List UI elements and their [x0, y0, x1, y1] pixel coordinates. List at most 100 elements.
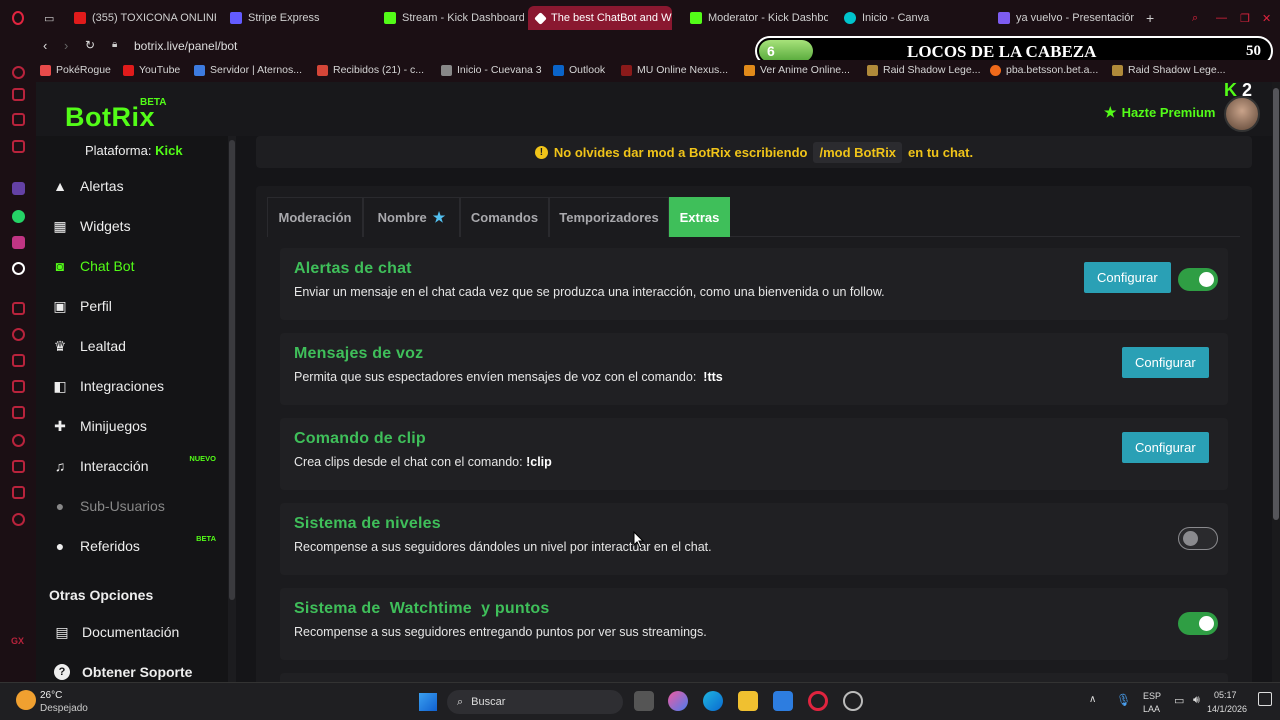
- weather-temperature[interactable]: 26°C: [40, 690, 62, 701]
- search-tabs-button[interactable]: ⌕: [1184, 6, 1206, 30]
- bookmark-item[interactable]: PokéRogue: [40, 64, 111, 76]
- sidebar-item-minijuegos[interactable]: ✚ Minijuegos: [52, 410, 222, 442]
- bookmark-label: Recibidos (21) - c...: [333, 64, 425, 76]
- botrix-page: BotRix BETA ★ Hazte Premium K 2 Platafor…: [36, 80, 1280, 693]
- level-system-toggle[interactable]: [1178, 527, 1218, 550]
- bookmark-label: PokéRogue: [56, 64, 111, 76]
- pinboard-icon[interactable]: [12, 113, 25, 126]
- bookmark-label: Outlook: [569, 64, 606, 76]
- tab-moderacion[interactable]: Moderación: [267, 197, 363, 237]
- close-window-button[interactable]: ✕: [1254, 6, 1276, 30]
- forward-button[interactable]: ›: [64, 38, 68, 53]
- input-language[interactable]: ESP: [1143, 691, 1161, 701]
- tab-kick-stream[interactable]: Stream - Kick Dashboard: [376, 6, 524, 30]
- page-scrollbar-thumb[interactable]: [1273, 88, 1279, 520]
- tab-nombre[interactable]: Nombre ★: [363, 197, 460, 237]
- feature-command: !tts: [703, 370, 723, 384]
- opera-menu-button[interactable]: [4, 6, 32, 30]
- sidebar-item-lealtad[interactable]: ♛ Lealtad: [52, 330, 222, 362]
- sidebar-item-sub-usuarios[interactable]: ● Sub-Usuarios: [52, 490, 222, 522]
- tray-chevron-icon[interactable]: ∧: [1089, 694, 1096, 705]
- store-icon[interactable]: [773, 691, 793, 711]
- bookmark-item[interactable]: Ver Anime Online...: [744, 64, 850, 76]
- tab-botrix[interactable]: The best ChatBot and Wid: [528, 6, 672, 30]
- file-explorer-icon[interactable]: [738, 691, 758, 711]
- notifications-icon[interactable]: [1258, 692, 1272, 706]
- home-icon[interactable]: [12, 66, 25, 79]
- copilot-icon[interactable]: [668, 691, 688, 711]
- bookmark-item[interactable]: Recibidos (21) - c...: [317, 64, 424, 76]
- tab-overview-button[interactable]: ▭: [36, 6, 62, 30]
- bookmark-item[interactable]: Outlook: [553, 64, 605, 76]
- tab-stripe[interactable]: Stripe Express: [222, 6, 372, 30]
- twitch-icon[interactable]: [12, 182, 25, 195]
- clock-icon[interactable]: [12, 434, 25, 447]
- tab-canva[interactable]: Inicio - Canva: [836, 6, 986, 30]
- bookmark-item[interactable]: pba.betsson.bet.a...: [990, 64, 1098, 76]
- sidebar-item-referidos[interactable]: ● Referidos BETA: [52, 530, 222, 562]
- tiktok-icon[interactable]: [12, 262, 25, 275]
- maximize-button[interactable]: ❐: [1232, 6, 1254, 30]
- download-icon[interactable]: [12, 460, 25, 473]
- back-button[interactable]: ‹: [43, 38, 47, 53]
- task-view-icon[interactable]: [634, 691, 654, 711]
- sidebar-item-alertas[interactable]: ▲ Alertas: [52, 170, 222, 202]
- minimize-button[interactable]: —: [1208, 6, 1230, 30]
- url-field[interactable]: botrix.live/panel/bot: [134, 39, 237, 53]
- configure-button[interactable]: Configurar: [1122, 347, 1209, 378]
- taskbar-search[interactable]: ⌕ Buscar: [447, 690, 623, 714]
- configure-button[interactable]: Configurar: [1084, 262, 1171, 293]
- configure-button[interactable]: Configurar: [1122, 432, 1209, 463]
- premium-link[interactable]: ★ Hazte Premium: [1104, 104, 1215, 121]
- sidebar-item-widgets[interactable]: ▦ Widgets: [52, 210, 222, 242]
- gx-icon[interactable]: GX: [11, 636, 24, 646]
- messenger-icon[interactable]: [12, 140, 25, 153]
- sidebar-item-chat-bot[interactable]: ◙ Chat Bot: [52, 250, 222, 282]
- tab-presentation[interactable]: ya vuelvo - Presentación: [990, 6, 1134, 30]
- settings-gear-icon[interactable]: [12, 513, 25, 526]
- whatsapp-icon[interactable]: [12, 210, 25, 223]
- instagram-icon[interactable]: [12, 236, 25, 249]
- bookmark-item[interactable]: Raid Shadow Lege...: [867, 64, 980, 76]
- tab-temporizadores[interactable]: Temporizadores: [549, 197, 669, 237]
- reload-button[interactable]: ↻: [85, 38, 95, 52]
- sidebar-item-integraciones[interactable]: ◧ Integraciones: [52, 370, 222, 402]
- grid-icon: ▦: [53, 218, 67, 234]
- platform-value: Kick: [155, 143, 183, 158]
- new-tab-button[interactable]: +: [1138, 6, 1160, 30]
- opera-gx-icon[interactable]: [808, 691, 828, 711]
- bookmark-item[interactable]: MU Online Nexus...: [621, 64, 728, 76]
- extensions-icon[interactable]: [12, 486, 25, 499]
- list-icon[interactable]: [12, 406, 25, 419]
- tab-toxicona[interactable]: (355) TOXICONA ONLINE: [66, 6, 216, 30]
- tab-kick-moderator[interactable]: Moderator - Kick Dashbo: [682, 6, 828, 30]
- clock-time[interactable]: 05:17: [1214, 690, 1237, 700]
- raid-icon: [867, 64, 878, 76]
- microphone-icon[interactable]: 🎙︎: [1116, 693, 1131, 707]
- sidebar-item-perfil[interactable]: ▣ Perfil: [52, 290, 222, 322]
- bookmark-item[interactable]: Inicio - Cuevana 3: [441, 64, 542, 76]
- windows-start-icon[interactable]: [419, 693, 437, 711]
- volume-icon[interactable]: 🔊︎: [1193, 694, 1200, 707]
- aria-icon[interactable]: [12, 88, 25, 101]
- edge-icon[interactable]: [703, 691, 723, 711]
- settings-app-icon[interactable]: [843, 691, 863, 711]
- other-options-heading: Otras Opciones: [49, 587, 154, 603]
- apps-icon[interactable]: [12, 302, 25, 315]
- tab-extras[interactable]: Extras: [669, 197, 730, 237]
- network-icon[interactable]: ▭: [1174, 694, 1184, 707]
- sidebar-item-documentacion[interactable]: ▤ Documentación: [54, 616, 224, 648]
- bookmark-item[interactable]: YouTube: [123, 64, 180, 76]
- forward-arrow-icon: ›: [64, 38, 69, 53]
- tab-comandos[interactable]: Comandos: [460, 197, 549, 237]
- cube-icon[interactable]: [12, 380, 25, 393]
- watchtime-toggle[interactable]: [1178, 612, 1218, 635]
- bookmark-item[interactable]: Raid Shadow Lege...: [1112, 64, 1225, 76]
- user-avatar[interactable]: [1224, 96, 1260, 132]
- sidebar-scrollbar-thumb[interactable]: [229, 140, 235, 600]
- heart-icon[interactable]: [12, 328, 25, 341]
- bookmark-item[interactable]: Servidor | Aternos...: [194, 64, 302, 76]
- history-icon[interactable]: [12, 354, 25, 367]
- sidebar-item-interaccion[interactable]: ♫ Interacción NUEVO: [52, 450, 222, 482]
- chat-alerts-toggle[interactable]: [1178, 268, 1218, 291]
